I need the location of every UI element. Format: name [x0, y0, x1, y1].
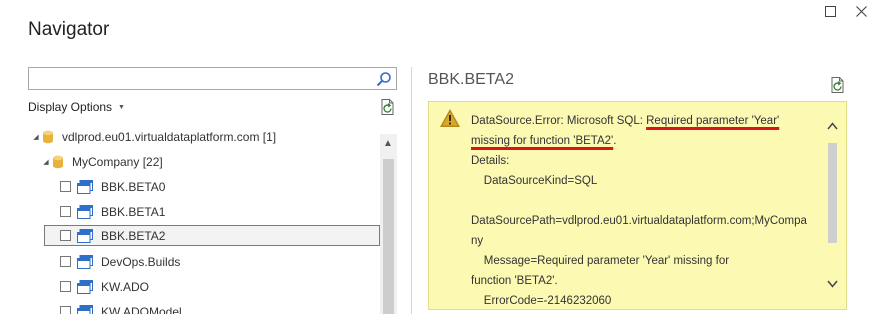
tree-item-label: DevOps.Builds	[101, 254, 181, 269]
datasource-path: DataSourcePath=vdlprod.eu01.virtualdatap…	[471, 215, 807, 227]
checkbox[interactable]	[60, 206, 71, 217]
chevron-down-icon: ▼	[118, 104, 125, 111]
details-label: Details:	[471, 155, 510, 167]
navigator-tree: ◢ vdlprod.eu01.virtualdataplatform.com […	[28, 126, 380, 314]
tree-node-label: MyCompany [22]	[72, 154, 163, 169]
table-icon	[77, 228, 93, 243]
error-panel: DataSource.Error: Microsoft SQL: Require…	[428, 101, 847, 310]
preview-title: BBK.BETA2	[428, 71, 514, 88]
tree-item-bbk-beta1[interactable]: BBK.BETA1	[60, 201, 380, 222]
refresh-icon[interactable]	[829, 76, 847, 94]
chevron-up-icon[interactable]	[827, 122, 838, 130]
window-title: Navigator	[28, 19, 110, 40]
checkbox[interactable]	[60, 230, 71, 241]
chevron-down-icon[interactable]	[827, 280, 838, 288]
error-line: DataSource.Error: Microsoft SQL: Require…	[471, 111, 821, 131]
chevron-up-icon[interactable]: ▲	[383, 138, 393, 149]
checkbox[interactable]	[60, 306, 71, 314]
error-highlight: missing for function 'BETA2'	[471, 135, 614, 147]
message-line: Message=Required parameter 'Year' missin…	[471, 255, 730, 267]
table-icon	[77, 304, 93, 314]
refresh-icon[interactable]	[379, 98, 397, 116]
tree-item-label: BBK.BETA2	[101, 228, 166, 243]
tree-item-bbk-beta0[interactable]: BBK.BETA0	[60, 176, 380, 197]
scrollbar-thumb[interactable]	[383, 159, 394, 314]
tree-item-kw-ado[interactable]: KW.ADO	[60, 276, 380, 297]
tree-node-label: vdlprod.eu01.virtualdataplatform.com [1]	[62, 129, 277, 144]
error-code: ErrorCode=-2146232060	[471, 295, 612, 307]
tree-scrollbar[interactable]: ▲	[380, 134, 397, 314]
table-icon	[77, 279, 93, 294]
tree-item-label: KW.ADOModel	[101, 304, 182, 314]
close-icon	[855, 5, 867, 17]
search-input[interactable]	[28, 67, 397, 90]
message-line-cont: function 'BETA2'.	[471, 275, 558, 287]
tree-item-kw-adomodel[interactable]: KW.ADOModel	[60, 301, 380, 314]
tree-item-label: BBK.BETA1	[101, 204, 166, 219]
warning-icon	[440, 109, 460, 127]
error-line: missing for function 'BETA2'.	[471, 131, 821, 151]
datasource-kind: DataSourceKind=SQL	[471, 175, 598, 187]
display-options-dropdown[interactable]: Display Options ▼	[28, 100, 125, 114]
display-options-label: Display Options	[28, 100, 113, 114]
table-icon	[77, 179, 93, 194]
checkbox[interactable]	[60, 181, 71, 192]
database-icon	[42, 130, 54, 144]
expand-triangle-icon[interactable]: ◢	[40, 158, 52, 166]
pane-divider[interactable]	[411, 67, 412, 314]
expand-triangle-icon[interactable]: ◢	[30, 133, 42, 141]
scrollbar-thumb[interactable]	[828, 143, 837, 243]
datasource-path-cont: ny	[471, 235, 484, 247]
error-line-suffix: .	[613, 135, 617, 147]
tree-item-label: KW.ADO	[101, 279, 150, 294]
tree-item-label: BBK.BETA0	[101, 179, 166, 194]
error-highlight: Required parameter 'Year'	[646, 115, 780, 127]
close-button[interactable]	[850, 0, 872, 22]
search-icon[interactable]	[376, 71, 392, 87]
maximize-button[interactable]	[819, 0, 841, 22]
database-icon	[52, 155, 64, 169]
checkbox[interactable]	[60, 281, 71, 292]
error-line-prefix: DataSource.Error: Microsoft SQL:	[471, 115, 647, 127]
table-icon	[77, 204, 93, 219]
checkbox[interactable]	[60, 256, 71, 267]
tree-node-database[interactable]: ◢ MyCompany [22]	[40, 151, 163, 172]
tree-item-bbk-beta2[interactable]: BBK.BETA2	[44, 225, 380, 246]
tree-node-server[interactable]: ◢ vdlprod.eu01.virtualdataplatform.com […	[30, 126, 276, 147]
error-message: DataSource.Error: Microsoft SQL: Require…	[471, 111, 821, 309]
error-scrollbar[interactable]	[824, 118, 840, 288]
maximize-icon	[824, 5, 836, 17]
tree-item-devops-builds[interactable]: DevOps.Builds	[60, 251, 380, 272]
table-icon	[77, 254, 93, 269]
